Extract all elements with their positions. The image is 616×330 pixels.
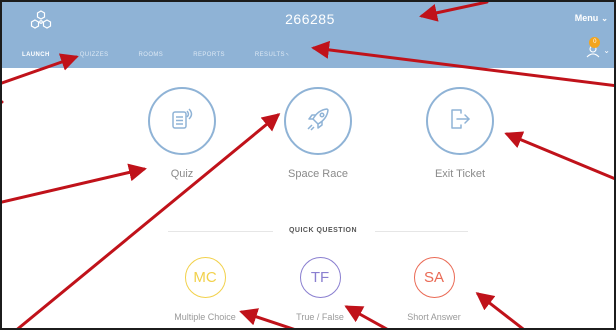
tab-launch[interactable]: LAUNCH (22, 52, 50, 59)
user-icon: 0 (585, 37, 601, 58)
quick-question-title: QUICK QUESTION (288, 227, 358, 234)
quiz-label: Quiz (170, 168, 194, 180)
nav-tabs: LAUNCH QUIZZES ROOMS REPORTS RESULTS ◝ (22, 52, 319, 59)
short-answer-button[interactable]: SA Short Answer (379, 257, 489, 322)
exit-ticket-icon-circle (426, 87, 494, 155)
multiple-choice-abbr: MC (193, 269, 217, 286)
annotation-arrow (504, 131, 614, 180)
short-answer-abbr: SA (423, 269, 444, 286)
multiple-choice-label: Multiple Choice (174, 312, 236, 322)
multiple-choice-circle: MC (184, 257, 226, 298)
tab-results-label: RESULTS (254, 52, 285, 58)
menu-label: Menu (574, 13, 599, 23)
multiple-choice-button[interactable]: MC Multiple Choice (150, 257, 260, 322)
tab-rooms[interactable]: ROOMS (139, 52, 164, 59)
app-frame: 266285 Menu ⌄ LAUNCH QUIZZES ROOMS REPOR… (0, 0, 616, 330)
tab-reports[interactable]: REPORTS (193, 52, 225, 59)
true-false-button[interactable]: TF True / False (265, 257, 375, 322)
true-false-circle: TF (299, 257, 341, 298)
chevron-down-icon: ⌄ (601, 13, 608, 23)
menu-button[interactable]: Menu ⌄ (575, 13, 608, 23)
exit-ticket-launch-button[interactable]: Exit Ticket (410, 87, 510, 180)
quiz-icon (167, 104, 197, 139)
top-header: 266285 Menu ⌄ LAUNCH QUIZZES ROOMS REPOR… (2, 2, 614, 68)
divider (375, 231, 468, 232)
tab-results[interactable]: RESULTS ◝ (255, 52, 289, 59)
space-race-icon-circle (284, 87, 352, 155)
room-code: 266285 (285, 11, 335, 27)
exit-icon (445, 104, 475, 139)
annotation-arrow (2, 163, 147, 204)
exit-ticket-label: Exit Ticket (434, 168, 486, 180)
user-menu[interactable]: 0 ⌄ (585, 37, 610, 58)
true-false-abbr: TF (310, 269, 330, 286)
short-answer-label: Short Answer (407, 312, 461, 322)
short-answer-circle: SA (413, 257, 455, 298)
quiz-launch-button[interactable]: Quiz (132, 87, 232, 180)
chevron-down-icon: ⌄ (603, 45, 610, 55)
divider (168, 231, 273, 232)
rocket-icon (302, 103, 334, 140)
quiz-icon-circle (148, 87, 216, 155)
tab-quizzes[interactable]: QUIZZES (80, 52, 109, 59)
space-race-label: Space Race (288, 168, 348, 180)
space-race-launch-button[interactable]: Space Race (268, 87, 368, 180)
true-false-label: True / False (296, 312, 344, 322)
live-results-icon: ◝ (285, 53, 289, 59)
